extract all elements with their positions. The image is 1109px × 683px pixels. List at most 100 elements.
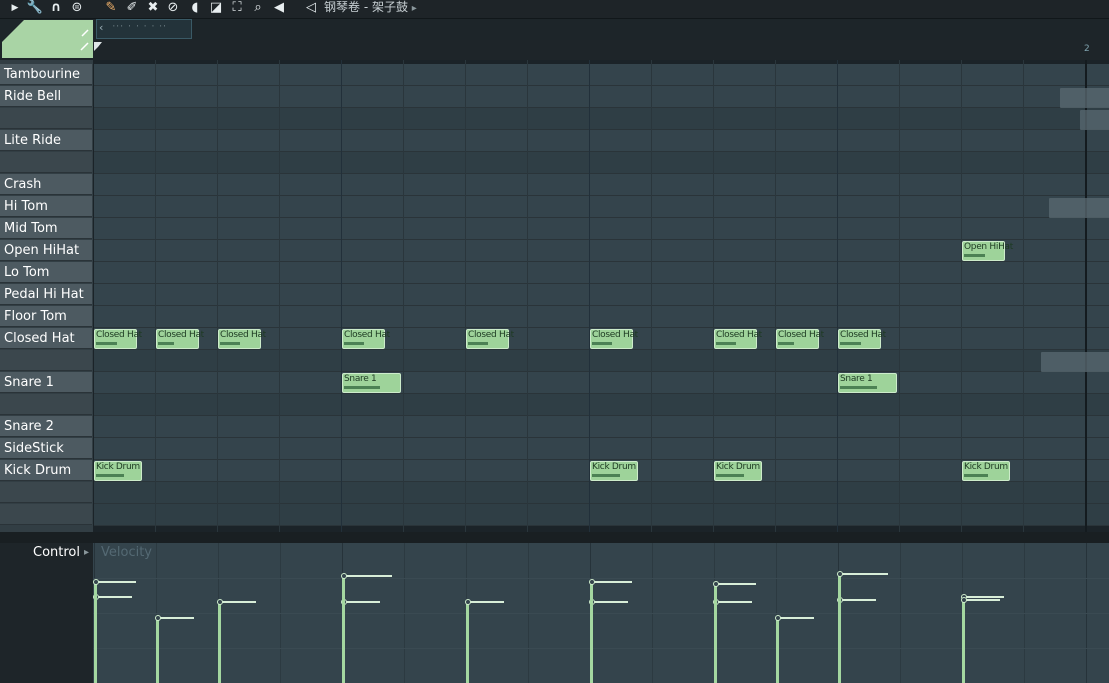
drum-key[interactable] [0,394,92,415]
velocity-stem[interactable] [342,576,345,683]
note-grid[interactable]: Closed Hat Closed Hat Closed Hat Closed Hat… [94,60,1109,532]
velocity-handle[interactable] [216,599,223,605]
velocity-stem[interactable] [714,584,717,683]
pencil-icon[interactable]: ✎ [102,0,120,16]
drum-key[interactable]: SideStick [0,438,92,459]
grid-row[interactable] [94,108,1109,130]
menu-circle-icon[interactable]: ⊜ [68,0,86,16]
velocity-handle[interactable] [588,579,595,585]
note[interactable]: Closed Hat [94,329,142,349]
speaker-icon[interactable]: ◁ [302,0,320,16]
wrench-icon[interactable]: 🔧 [26,0,44,16]
note[interactable]: Closed Hat [714,329,762,349]
drum-key[interactable]: Closed Hat [0,328,92,349]
velocity-stem[interactable] [590,582,593,683]
note[interactable]: Closed Hat [838,329,886,349]
arrow-right-icon[interactable]: ▶ [10,0,20,16]
grid-row[interactable] [94,262,1109,284]
velocity-handle[interactable] [836,571,843,577]
note[interactable]: Closed Hat [156,329,204,349]
grid-row[interactable] [94,86,1109,108]
velocity-stem[interactable] [838,574,841,683]
grid-row[interactable] [94,504,1109,526]
note[interactable]: Kick Drum [714,461,762,481]
grid-row[interactable] [94,482,1109,504]
timeline[interactable] [93,40,1109,60]
grid-row[interactable] [94,438,1109,460]
drum-key[interactable]: Tambourine [0,64,92,85]
velocity-handle[interactable] [712,581,719,587]
playhead-marker[interactable] [94,42,102,51]
grid-row[interactable] [94,174,1109,196]
delete-icon[interactable]: ✖ [144,0,162,16]
pattern-tab[interactable]: ‹ ⋅⋅⋅ ⋅ ⋅ ⋅ ⋅ ⋅⋅ [96,19,192,39]
drum-key[interactable]: Snare 1 [0,372,92,393]
control-arrow-icon[interactable]: ▸ [84,547,89,558]
velocity-area[interactable]: Velocity [93,543,1109,683]
control-label[interactable]: Control [33,545,80,560]
drum-key[interactable]: Crash [0,174,92,195]
selection-box-icon[interactable]: ⛶ [228,0,246,16]
note[interactable]: Snare 1 [342,373,401,393]
note[interactable]: Closed Hat [466,329,514,349]
note[interactable]: Closed Hat [590,329,638,349]
velocity-stem[interactable] [94,582,97,683]
grid-row[interactable] [94,196,1109,218]
drum-key[interactable]: Floor Tom [0,306,92,327]
chevron-left-icon[interactable]: ‹ [99,21,103,34]
grid-row[interactable] [94,284,1109,306]
velocity-stem[interactable] [962,600,965,683]
grid-row[interactable] [94,416,1109,438]
note[interactable]: Snare 1 [838,373,897,393]
magnet-icon[interactable]: ∩ [48,0,64,16]
drum-key[interactable]: Mid Tom [0,218,92,239]
drum-key[interactable] [0,350,92,371]
velocity-handle[interactable] [774,615,781,621]
drum-key[interactable]: Kick Drum [0,460,92,481]
grid-row[interactable] [94,372,1109,394]
slice-icon[interactable]: ◖ [186,0,204,16]
title-arrow-icon[interactable]: ▸ [412,3,417,14]
panel-divider[interactable] [0,532,1109,543]
drum-key[interactable]: Pedal Hi Hat [0,284,92,305]
drum-key[interactable]: Hi Tom [0,196,92,217]
zoom-icon[interactable]: ⌕ [249,0,267,16]
select-icon[interactable]: ◪ [207,0,225,16]
grid-row[interactable] [94,152,1109,174]
velocity-handle[interactable] [960,597,967,603]
velocity-handle[interactable] [340,573,347,579]
velocity-handle[interactable] [464,599,471,605]
drum-key[interactable] [0,482,92,503]
grid-row[interactable] [94,218,1109,240]
note[interactable]: Closed Hat [218,329,266,349]
velocity-stem[interactable] [776,618,779,683]
drum-key[interactable] [0,108,92,129]
grid-row[interactable] [94,64,1109,86]
note[interactable]: Kick Drum [94,461,142,481]
grid-row[interactable] [94,394,1109,416]
note[interactable]: Closed Hat [776,329,824,349]
drum-key[interactable]: Lo Tom [0,262,92,283]
velocity-stem[interactable] [156,618,159,683]
velocity-stem[interactable] [466,602,469,683]
grid-row[interactable] [94,130,1109,152]
velocity-stem[interactable] [218,602,221,683]
grid-row[interactable] [94,240,1109,262]
note[interactable]: Kick Drum [590,461,638,481]
drum-key[interactable] [0,504,92,525]
note[interactable]: Open HiHat [962,241,1013,261]
drum-key[interactable]: Open HiHat [0,240,92,261]
velocity-handle[interactable] [93,579,99,585]
note[interactable]: Kick Drum [962,461,1010,481]
mute-icon[interactable]: ⊘ [165,0,181,16]
play-icon[interactable]: ◀ [270,0,288,16]
velocity-handle[interactable] [154,615,161,621]
drum-key[interactable]: Lite Ride [0,130,92,151]
drum-key[interactable]: Snare 2 [0,416,92,437]
grid-row[interactable] [94,306,1109,328]
drum-key[interactable] [0,152,92,173]
grid-row[interactable] [94,350,1109,372]
note[interactable]: Closed Hat [342,329,390,349]
paint-brush-icon[interactable]: ✐ [123,0,141,16]
drum-key[interactable]: Ride Bell [0,86,92,107]
